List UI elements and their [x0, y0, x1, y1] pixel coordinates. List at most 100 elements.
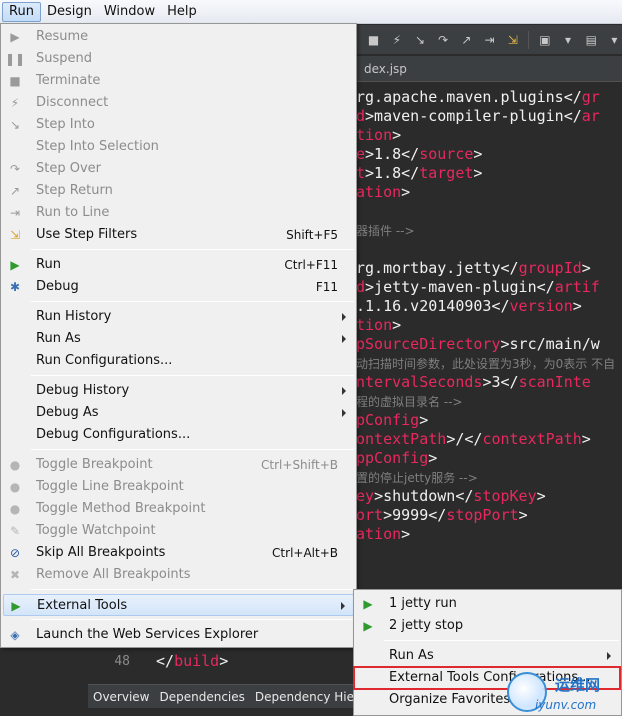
code-line: ey>shutdown</stopKey> [356, 487, 546, 505]
tab-overview[interactable]: Overview [88, 690, 155, 704]
editor-tab-bar: dex.jsp [356, 56, 622, 82]
menu-item-launch-the-web-services-explorer[interactable]: ◈ Launch the Web Services Explorer [3, 624, 354, 646]
tab-dependencies[interactable]: Dependencies [155, 690, 250, 704]
menu-item-run-history[interactable]: Run History [3, 306, 354, 328]
code-line: 置的停止jetty服务 --> [356, 471, 478, 485]
menu-item-label: Step Over [36, 161, 101, 176]
code-line: t>1.8</target> [356, 164, 483, 182]
menu-item-2-jetty-stop[interactable]: ▶ 2 jetty stop [356, 615, 619, 637]
step-return-icon[interactable]: ↗ [459, 32, 474, 48]
menu-item-label: Debug Configurations... [36, 427, 191, 442]
menu-item-label: Debug [36, 279, 79, 294]
menu-item-skip-all-breakpoints[interactable]: ⊘ Skip All Breakpoints Ctrl+Alt+B [3, 542, 354, 564]
line-breakpoint-icon: ● [9, 480, 21, 494]
code-line: d>jetty-maven-plugin</artif [356, 278, 600, 296]
code-line: .1.16.v20140903</version> [356, 297, 582, 315]
menu-item-toggle-watchpoint: ✎ Toggle Watchpoint [3, 520, 354, 542]
menu-item-label: Use Step Filters [36, 227, 138, 242]
code-line: ontextPath>/</contextPath> [356, 430, 591, 448]
code-line: tion> [356, 316, 402, 334]
menu-separator [31, 619, 354, 620]
menu-item-shortcut: Shift+F5 [286, 228, 338, 242]
menu-item-1-jetty-run[interactable]: ▶ 1 jetty run [356, 593, 619, 615]
menu-item-shortcut: Ctrl+F11 [284, 258, 338, 272]
menu-item-debug-history[interactable]: Debug History [3, 380, 354, 402]
menu-item-run-configurations[interactable]: Run Configurations... [3, 350, 354, 372]
code-line: 程的虚拟目录名 --> [356, 395, 463, 409]
code-line: d>maven-compiler-plugin</ar [356, 107, 600, 125]
chevron-right-icon [607, 652, 611, 660]
suspend-icon: ❚❚ [4, 52, 26, 66]
chevron-right-icon [342, 409, 346, 417]
menu-item-terminate: ■ Terminate [3, 70, 354, 92]
menu-window[interactable]: Window [98, 2, 161, 22]
menu-item-run-as[interactable]: Run As [356, 645, 619, 667]
menu-item-debug-configurations[interactable]: Debug Configurations... [3, 424, 354, 446]
menu-help[interactable]: Help [161, 2, 203, 22]
chevron-down-icon[interactable]: ▾ [607, 32, 622, 48]
toolbar-separator [528, 30, 530, 49]
line-number: 48 [114, 654, 130, 669]
menu-item-remove-all-breakpoints: ✖ Remove All Breakpoints [3, 564, 354, 586]
new-wizard-icon[interactable]: ▤ [584, 32, 599, 48]
step-return-icon: ↗ [9, 184, 21, 198]
code-line: ort>9999</stopPort> [356, 506, 528, 524]
step-into-icon[interactable]: ↘ [412, 32, 427, 48]
code-line: 动扫描时间参数，此处设置为3秒，为0表示 不自 [356, 357, 616, 371]
menu-item-debug-as[interactable]: Debug As [3, 402, 354, 424]
menu-item-run-as[interactable]: Run As [3, 328, 354, 350]
menu-item-debug[interactable]: ✱ Debug F11 [3, 276, 354, 298]
menu-item-step-return: ↗ Step Return [3, 180, 354, 202]
watermark-text: 运维网 [555, 676, 601, 694]
menu-item-label: Remove All Breakpoints [36, 567, 191, 582]
code-line: rg.mortbay.jetty</groupId> [356, 259, 591, 277]
menu-item-shortcut: F11 [315, 280, 338, 294]
code-line: rg.apache.maven.plugins</gr [356, 88, 600, 106]
menu-item-run-to-line: ⇥ Run to Line [3, 202, 354, 224]
menu-item-label: Run Configurations... [36, 353, 173, 368]
run-icon: ▶ [10, 258, 20, 272]
menu-item-label: Run History [36, 309, 112, 324]
menu-item-label: Resume [36, 29, 89, 44]
menu-item-label: Step Into [36, 117, 95, 132]
external-tool-run-icon: ▶ [363, 597, 373, 611]
menu-item-label: Run [36, 257, 61, 272]
code-line: ation> [356, 525, 411, 543]
menu-item-external-tools[interactable]: ▶ External Tools [3, 594, 354, 616]
code-line: ntervalSeconds>3</scanInte [356, 373, 591, 391]
menu-item-label: Run to Line [36, 205, 110, 220]
terminate-icon[interactable]: ■ [366, 32, 381, 48]
watermark-url: iyunv.com [535, 698, 597, 712]
menu-item-label: Toggle Method Breakpoint [36, 501, 206, 516]
code-line-build: </build> [156, 652, 229, 670]
toolbar: ■ ⚡ ↘ ↷ ↗ ⇥ ⇲ ▣ ▾ ▤ ▾ [356, 25, 622, 55]
server-icon[interactable]: ▣ [537, 32, 552, 48]
menu-item-toggle-method-breakpoint: ● Toggle Method Breakpoint [3, 498, 354, 520]
menu-item-use-step-filters[interactable]: ⇲ Use Step Filters Shift+F5 [3, 224, 354, 246]
menu-item-label: Suspend [36, 51, 93, 66]
breakpoint-icon: ● [9, 458, 21, 472]
menu-item-label: Run As [36, 331, 81, 346]
menu-run[interactable]: Run [2, 1, 41, 22]
menu-item-step-into: ↘ Step Into [3, 114, 354, 136]
disconnect-icon[interactable]: ⚡ [389, 32, 404, 48]
code-line: ppConfig> [356, 449, 438, 467]
menu-item-label: Disconnect [36, 95, 109, 110]
step-filters-icon[interactable]: ⇲ [505, 32, 520, 48]
code-line: pSourceDirectory>src/main/w [356, 335, 600, 353]
menu-item-label: Step Into Selection [36, 139, 159, 154]
code-line: tion> [356, 126, 402, 144]
menu-item-label: Run As [389, 648, 434, 663]
run-to-line-icon: ⇥ [9, 206, 21, 220]
chevron-down-icon[interactable]: ▾ [560, 32, 575, 48]
drop-frame-icon[interactable]: ⇥ [482, 32, 497, 48]
menu-item-run[interactable]: ▶ Run Ctrl+F11 [3, 254, 354, 276]
menu-separator [31, 249, 354, 250]
chevron-right-icon [342, 387, 346, 395]
menu-design[interactable]: Design [41, 2, 98, 22]
menu-item-label: Debug As [36, 405, 99, 420]
step-over-icon[interactable]: ↷ [436, 32, 451, 48]
method-breakpoint-icon: ● [9, 502, 21, 516]
editor-tab[interactable]: dex.jsp [356, 56, 415, 82]
external-tools-icon: ▶ [11, 599, 21, 613]
